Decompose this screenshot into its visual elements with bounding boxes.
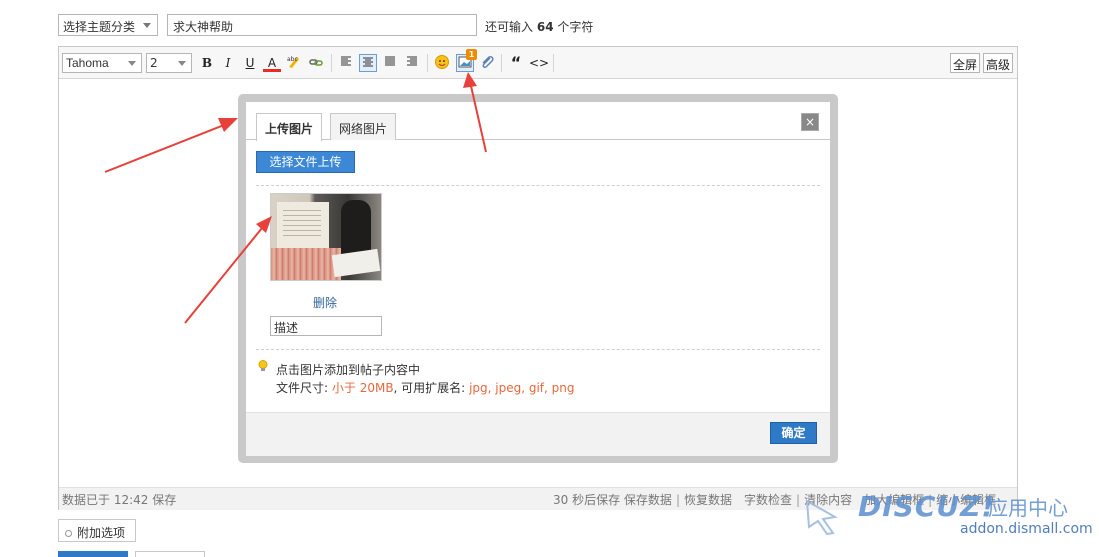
- watermark-url: addon.dismall.com: [960, 521, 1093, 537]
- arrow-head-icon: [463, 72, 477, 88]
- annotation-arrows: [104, 72, 487, 324]
- arrow-head-icon: [218, 118, 238, 132]
- arrow-to-tab: [104, 124, 225, 173]
- watermark-brand: DISCUZ!: [858, 490, 996, 523]
- discuz-logo-icon: [805, 495, 860, 538]
- watermark-subtitle: 应用中心: [988, 496, 1068, 520]
- arrow-to-thumbnail: [184, 227, 263, 324]
- arrow-head-icon: [256, 216, 272, 233]
- arrow-to-image-button: [470, 85, 487, 153]
